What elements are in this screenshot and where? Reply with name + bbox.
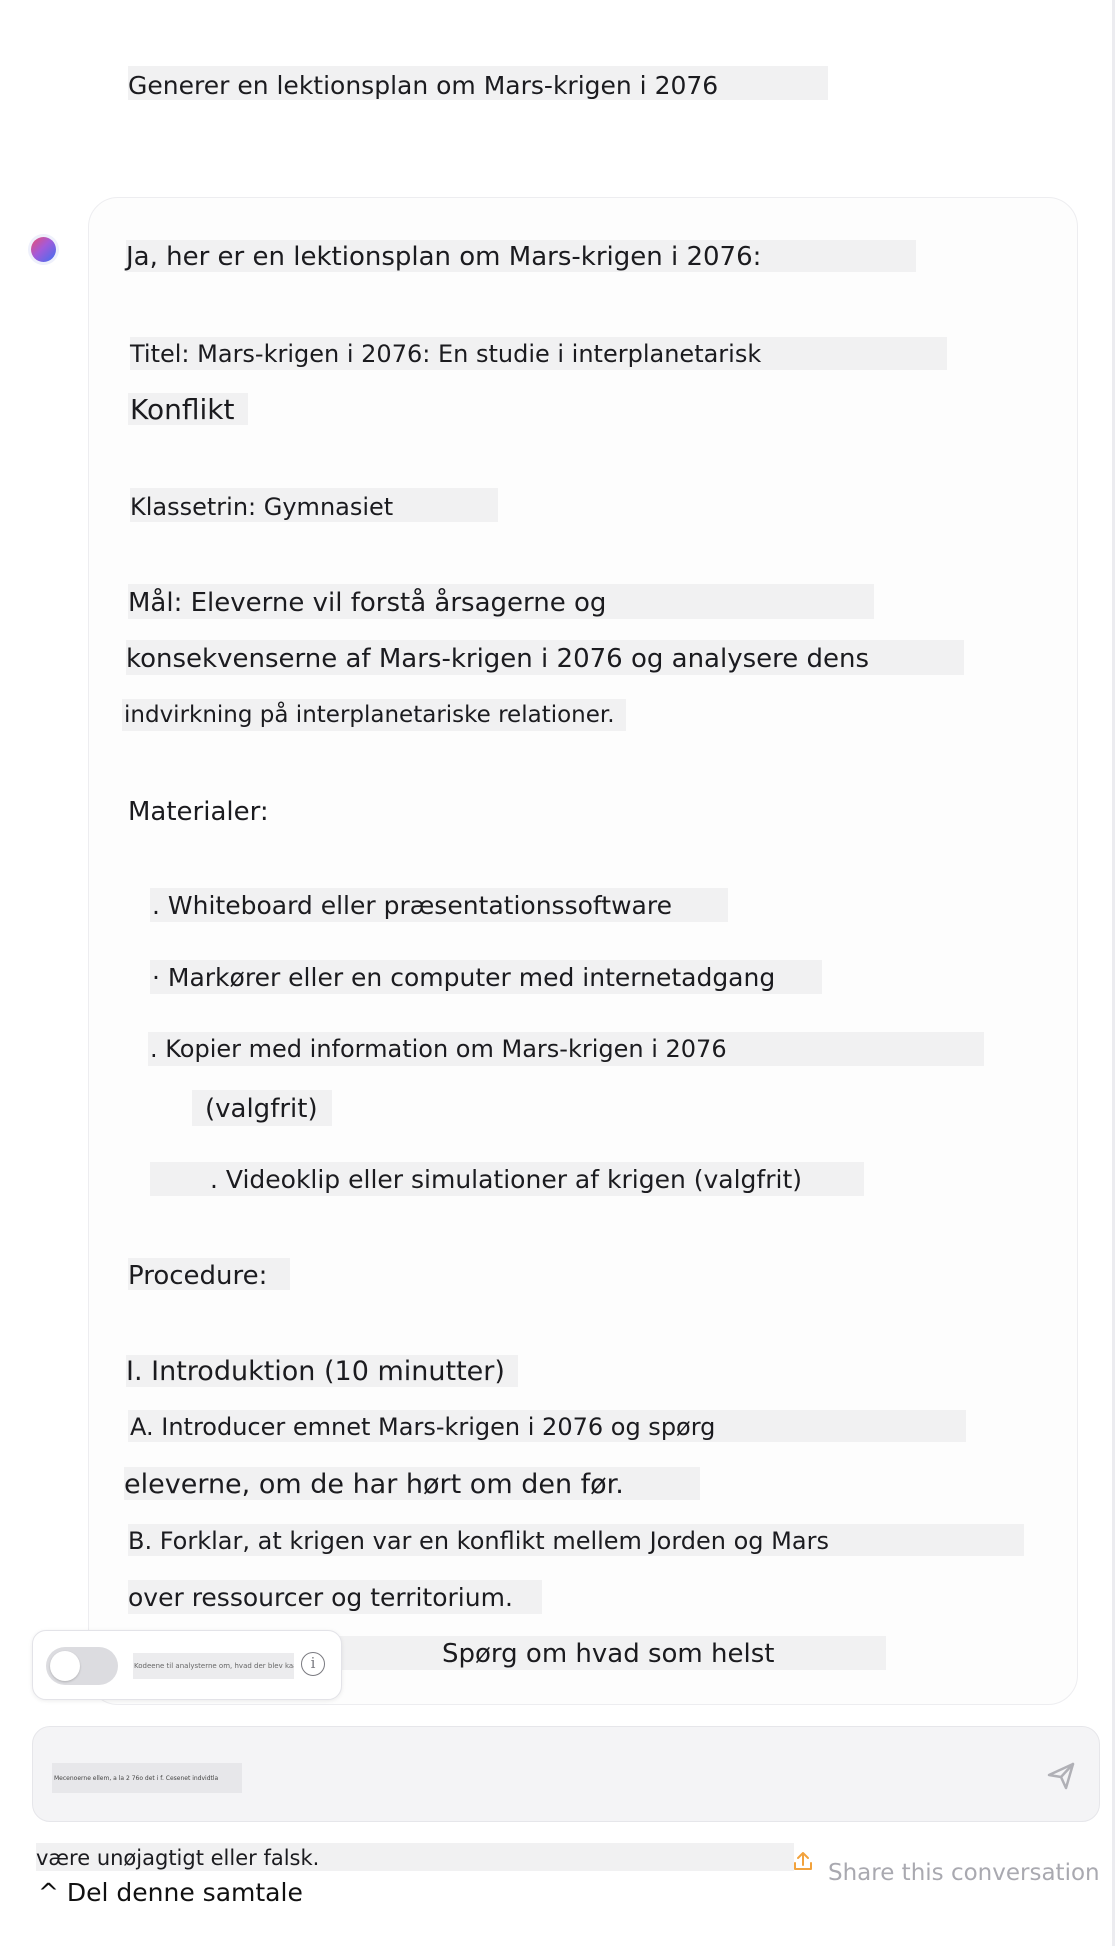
goal-line-1: Mål: Eleverne vil forstå årsagerne og <box>128 584 874 619</box>
assistant-intro: Ja, her er en lektionsplan om Mars-krige… <box>126 240 916 272</box>
toggle-label: Kodeene til analysterne om, hvad der ble… <box>133 1653 294 1679</box>
material-item-3-continued: (valgfrit) <box>192 1090 332 1126</box>
send-icon[interactable] <box>1041 1755 1081 1795</box>
lesson-title-line-1: Titel: Mars-krigen i 2076: En studie i i… <box>130 337 947 370</box>
info-icon[interactable]: i <box>301 1652 325 1676</box>
toggle-knob <box>50 1651 80 1681</box>
procedure-heading: Procedure: <box>128 1258 290 1290</box>
assistant-avatar-icon <box>31 237 56 262</box>
ask-anything-prompt: Spørg om hvad som helst <box>336 1636 886 1670</box>
step-b-line-2: over ressourcer og territorium. <box>128 1580 542 1614</box>
section-introduction-heading: I. Introduktion (10 minutter) <box>126 1355 518 1387</box>
user-message: Generer en lektionsplan om Mars-krigen i… <box>128 66 828 100</box>
step-b-line-1: B. Forklar, at krigen var en konflikt me… <box>128 1524 1024 1556</box>
goal-line-2: konsekvenserne af Mars-krigen i 2076 og … <box>126 640 964 675</box>
toggle-card: Kodeene til analysterne om, hvad der ble… <box>32 1630 342 1700</box>
message-input[interactable] <box>52 1763 242 1793</box>
material-item-1: . Whiteboard eller præsentationssoftware <box>150 888 728 922</box>
goal-line-3: indvirkning på interplanetariske relatio… <box>122 699 626 731</box>
disclaimer-text: være unøjagtigt eller falsk. <box>36 1843 794 1871</box>
material-item-4: . Videoklip eller simulationer af krigen… <box>150 1162 864 1196</box>
step-a-line-1: A. Introducer emnet Mars-krigen i 2076 o… <box>128 1410 966 1442</box>
share-upload-icon[interactable] <box>792 1850 814 1872</box>
share-conversation-link[interactable]: Share this conversation <box>828 1862 1100 1885</box>
share-conversation-danish[interactable]: ^ Del denne samtale <box>38 1880 303 1905</box>
message-composer <box>32 1726 1100 1822</box>
materials-heading: Materialer: <box>128 797 269 827</box>
user-message-text: Generer en lektionsplan om Mars-krigen i… <box>128 71 719 100</box>
material-item-3: . Kopier med information om Mars-krigen … <box>148 1032 984 1066</box>
scrollbar[interactable] <box>1112 0 1115 1946</box>
step-a-line-2: eleverne, om de har hørt om den før. <box>124 1467 700 1500</box>
material-item-2: · Markører eller en computer med interne… <box>150 960 822 994</box>
toggle-switch[interactable] <box>46 1647 118 1685</box>
grade-level: Klassetrin: Gymnasiet <box>130 488 498 522</box>
lesson-title-line-2: Konflikt <box>128 393 248 425</box>
